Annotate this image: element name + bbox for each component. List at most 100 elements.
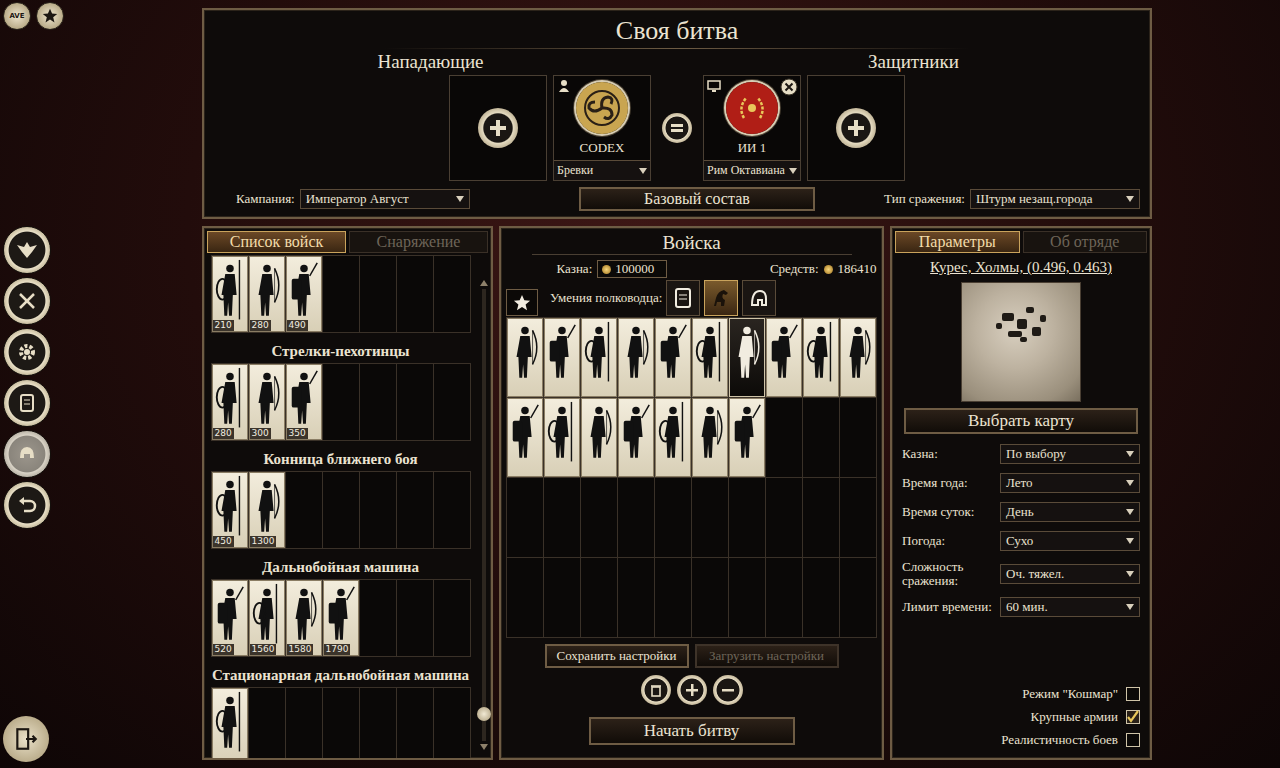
unit-card[interactable]: 280 (212, 364, 248, 440)
army-unit-card[interactable] (729, 318, 765, 397)
army-unit-card[interactable] (507, 318, 543, 397)
option-label: Крупные армии (1031, 709, 1118, 725)
unit-card[interactable]: 280 (249, 256, 285, 332)
option-checkbox[interactable] (1126, 710, 1140, 724)
unit-card[interactable]: 490 (286, 256, 322, 332)
unit-card[interactable]: 450 (212, 472, 248, 548)
save-settings-button[interactable]: Сохранить настройки (545, 644, 689, 668)
unit-card[interactable]: 520 (212, 580, 248, 656)
unit-card[interactable]: 1580 (286, 580, 322, 656)
campaign-dropdown[interactable]: Император Август (300, 189, 470, 209)
unit-card[interactable] (212, 688, 248, 758)
scroll-up-icon[interactable] (480, 280, 488, 286)
setting-dropdown[interactable]: Лето (1000, 473, 1140, 493)
base-roster-button[interactable]: Базовый состав (579, 187, 815, 211)
general-skill-button[interactable] (704, 280, 738, 316)
battle-settings: Казна:По выборуВремя года:ЛетоВремя суто… (892, 434, 1150, 617)
unit-category-title: Дальнобойная машина (262, 549, 419, 579)
empty-slot (434, 364, 470, 440)
scroll-thumb[interactable] (477, 707, 491, 721)
rail-button[interactable] (3, 379, 51, 427)
general-skill-button[interactable] (666, 280, 700, 316)
scrollbar[interactable] (477, 254, 491, 758)
army-tool-button[interactable] (677, 675, 707, 705)
ave-button[interactable]: AVE (3, 2, 31, 30)
army-unit-card[interactable] (544, 398, 580, 477)
rail-button[interactable] (3, 277, 51, 325)
start-battle-button[interactable]: Начать битву (589, 717, 795, 745)
option-checkbox[interactable] (1126, 733, 1140, 747)
setting-dropdown[interactable]: Сухо (1000, 531, 1140, 551)
battle-options-row: Кампания:Император АвгустБазовый составТ… (204, 187, 1150, 211)
horse-icon (709, 286, 733, 310)
favorites-button[interactable] (36, 2, 64, 30)
choose-map-button[interactable]: Выбрать карту (904, 408, 1138, 434)
army-unit-card[interactable] (544, 318, 580, 397)
army-unit-card[interactable] (618, 318, 654, 397)
army-unit-card[interactable] (581, 318, 617, 397)
faction-dropdown[interactable]: Бревки (554, 160, 650, 180)
army-unit-card[interactable] (803, 318, 839, 397)
army-unit-card[interactable] (507, 398, 543, 477)
army-title: Войска (532, 228, 852, 255)
soldier-icon (508, 318, 542, 392)
scroll-down-icon[interactable] (480, 744, 488, 750)
empty-slot (840, 398, 876, 477)
general-skill-button[interactable] (742, 280, 776, 316)
funds-label: Средств: (770, 261, 819, 277)
option-row[interactable]: Режим "Кошмар" (1022, 686, 1140, 702)
empty-slot (360, 256, 396, 332)
army-unit-card[interactable] (729, 398, 765, 477)
army-tool-button[interactable] (713, 675, 743, 705)
battle-type-dropdown[interactable]: Штурм незащ.города (970, 189, 1140, 209)
unit-card[interactable]: 210 (212, 256, 248, 332)
person-icon (557, 79, 571, 93)
army-unit-card[interactable] (840, 318, 876, 397)
faction-dropdown[interactable]: Рим Октавиана (704, 160, 800, 180)
tab[interactable]: Об отряде (1023, 231, 1148, 253)
army-tool-button[interactable] (641, 675, 671, 705)
army-unit-card[interactable] (655, 318, 691, 397)
army-unit-card[interactable] (766, 318, 802, 397)
unit-card[interactable]: 1790 (323, 580, 359, 656)
tab[interactable]: Снаряжение (349, 231, 488, 253)
swap-sides-button[interactable] (662, 113, 692, 143)
empty-slot (360, 472, 396, 548)
rail-button[interactable] (3, 328, 51, 376)
exit-button[interactable] (3, 716, 49, 762)
add-player-button[interactable] (836, 108, 876, 148)
add-player-button[interactable] (478, 108, 518, 148)
swords-icon (15, 289, 39, 313)
rail-button[interactable] (3, 226, 51, 274)
player-name: ИИ 1 (738, 140, 767, 155)
unit-card[interactable]: 300 (249, 364, 285, 440)
setting-dropdown[interactable]: 60 мин. (1000, 597, 1140, 617)
army-unit-card[interactable] (692, 318, 728, 397)
setting-dropdown[interactable]: День (1000, 502, 1140, 522)
player-card[interactable]: CODEXБревки (553, 75, 651, 181)
army-unit-card[interactable] (692, 398, 728, 477)
unit-card[interactable]: 1300 (249, 472, 285, 548)
general-button[interactable] (506, 289, 538, 316)
tab[interactable]: Параметры (895, 231, 1020, 253)
setting-dropdown[interactable]: По выбору (1000, 444, 1140, 464)
unit-card[interactable]: 350 (286, 364, 322, 440)
unit-category-title: Стрелки-пехотинцы (271, 333, 409, 363)
tab[interactable]: Список войск (207, 231, 346, 253)
player-card[interactable]: ИИ 1 Рим Октавиана (703, 75, 801, 181)
army-unit-card[interactable] (655, 398, 691, 477)
option-row[interactable]: Крупные армии (1031, 709, 1140, 725)
soldier-icon (767, 318, 801, 392)
unit-category-grid: 520156015801790 (211, 579, 471, 657)
option-checkbox[interactable] (1126, 687, 1140, 701)
army-unit-card[interactable] (618, 398, 654, 477)
close-icon[interactable] (780, 78, 798, 96)
unit-card[interactable]: 1560 (249, 580, 285, 656)
faction-emblem-icon (576, 82, 628, 134)
treasury-field[interactable]: 100000 (597, 260, 667, 278)
army-unit-card[interactable] (581, 398, 617, 477)
option-row[interactable]: Реалистичность боев (1001, 732, 1140, 748)
rail-button[interactable] (3, 481, 51, 529)
setting-dropdown[interactable]: Оч. тяжел. (1000, 564, 1140, 584)
empty-slot (618, 558, 654, 637)
